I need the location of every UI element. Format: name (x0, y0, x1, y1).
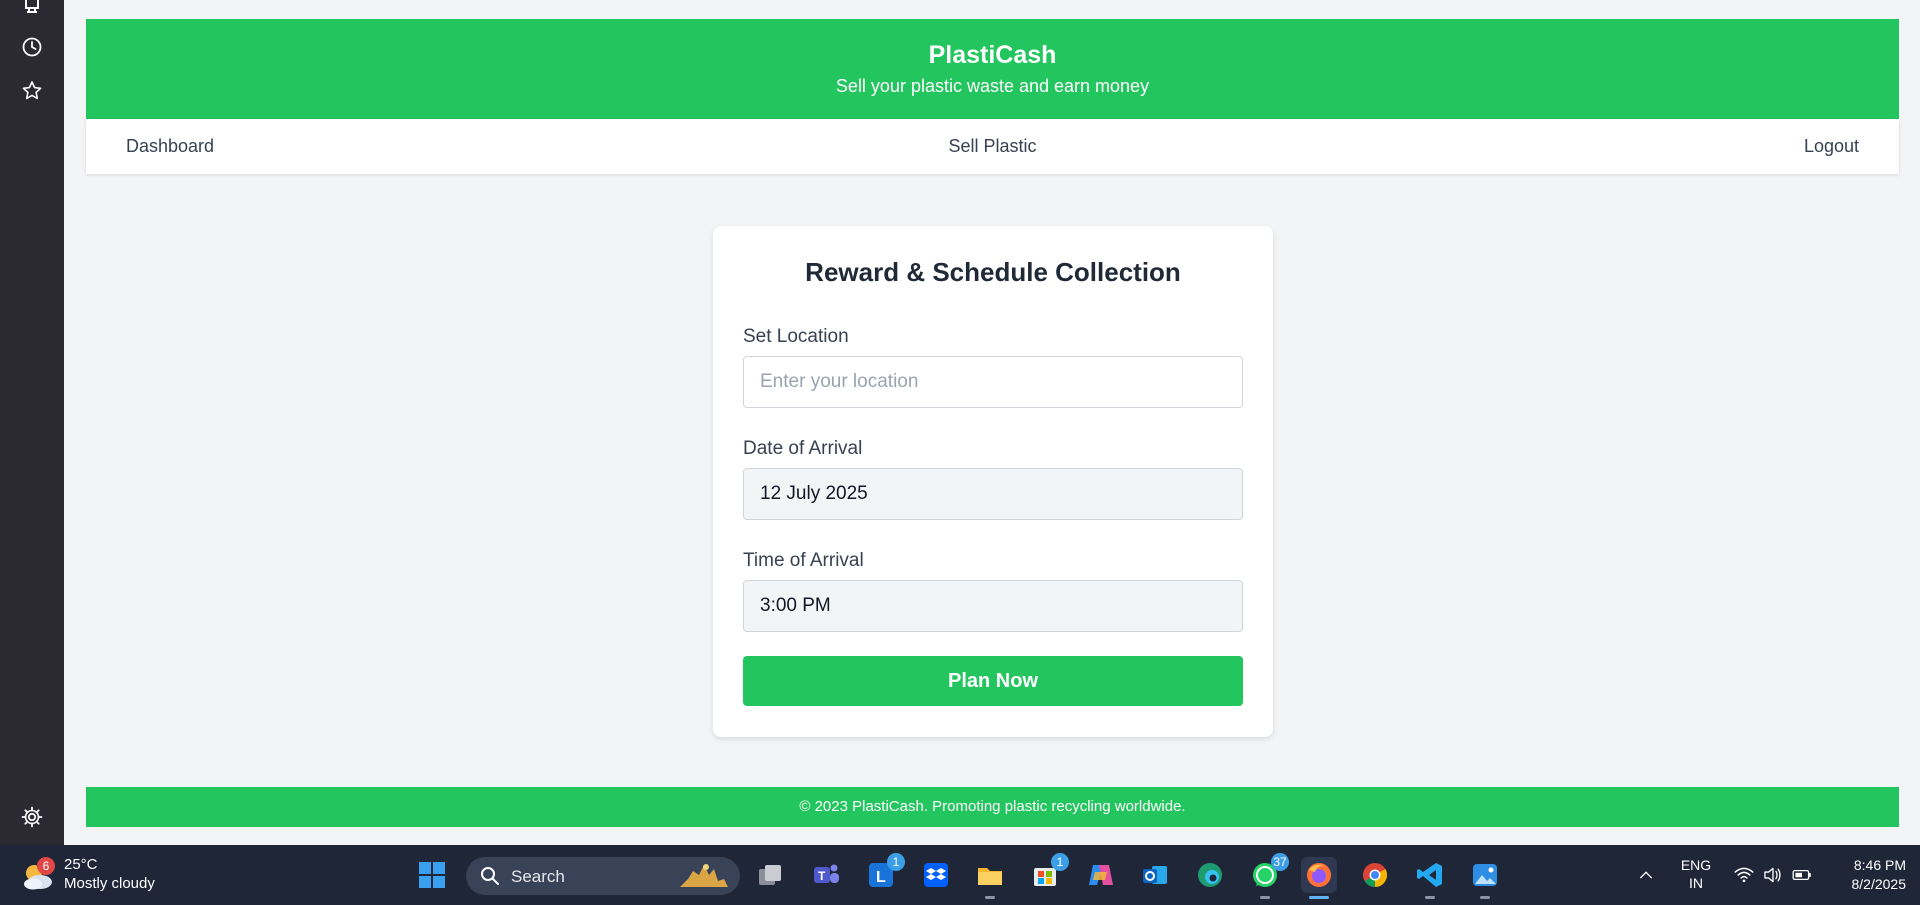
copilot-icon (1089, 865, 1113, 885)
task-view-button[interactable] (752, 857, 788, 893)
nav-bar: Dashboard Sell Plastic Logout (86, 119, 1899, 174)
schedule-form-card: Reward & Schedule Collection Set Locatio… (713, 226, 1273, 737)
web-page: PlastiCash Sell your plastic waste and e… (64, 0, 1920, 845)
location-label: Set Location (743, 326, 849, 347)
form-heading: Reward & Schedule Collection (805, 257, 1181, 287)
wifi-icon (1734, 867, 1754, 883)
history-icon[interactable] (20, 35, 44, 59)
outlook-app[interactable] (1137, 857, 1173, 893)
location-input[interactable] (743, 356, 1243, 408)
site-header: PlastiCash Sell your plastic waste and e… (86, 19, 1899, 119)
vscode-app[interactable] (1412, 857, 1448, 899)
wifi-status[interactable] (1730, 859, 1758, 891)
app-running-indicator (1480, 896, 1490, 899)
app-running-indicator (1425, 896, 1435, 899)
app-running-indicator (985, 896, 995, 899)
teams-icon: T (814, 864, 839, 883)
time-input[interactable] (743, 580, 1243, 632)
edge-icon (1198, 863, 1222, 887)
whatsapp-badge: 37 (1271, 853, 1289, 871)
show-hidden-icons-button[interactable] (1630, 859, 1662, 891)
site-title: PlastiCash (928, 41, 1057, 69)
nav-link-sell-plastic[interactable]: Sell Plastic (86, 136, 1899, 157)
clock-time: 8:46 PM (1853, 857, 1906, 873)
speaker-icon (1764, 867, 1781, 883)
photos-icon (1473, 864, 1497, 886)
l-app-badge: 1 (887, 853, 905, 871)
search-highlight-art-icon (680, 864, 728, 887)
date-input[interactable] (743, 468, 1243, 520)
volume-status[interactable] (1759, 859, 1787, 891)
dropbox-app[interactable] (918, 857, 954, 893)
firefox-icon (1307, 863, 1331, 887)
nav-link-logout[interactable]: Logout (1804, 136, 1859, 157)
svg-text:L: L (876, 869, 886, 886)
photos-app[interactable] (1467, 857, 1503, 899)
outlook-icon (1143, 866, 1167, 884)
teams-app[interactable]: T (808, 857, 844, 893)
search-icon (481, 867, 499, 885)
taskbar-search[interactable]: Search (466, 857, 740, 895)
site-subtitle: Sell your plastic waste and earn money (835, 76, 1150, 96)
time-label: Time of Arrival (743, 550, 864, 571)
battery-icon (1792, 869, 1811, 881)
l-app[interactable]: L 1 (863, 853, 905, 893)
browser-sidebar (0, 0, 64, 845)
language-code: ENG (1680, 857, 1712, 873)
windows-logo-icon (419, 862, 445, 888)
task-view-icon (759, 865, 781, 885)
copilot-app[interactable] (1082, 857, 1118, 893)
store-badge: 1 (1051, 853, 1069, 871)
language-region: IN (1689, 875, 1703, 891)
chevron-up-icon (1640, 871, 1652, 879)
svg-text:T: T (818, 869, 826, 883)
start-button[interactable] (414, 857, 450, 893)
dropbox-icon (924, 863, 948, 887)
weather-temperature: 25°C (64, 856, 98, 873)
firefox-app[interactable] (1301, 857, 1337, 899)
weather-badge: 6 (37, 857, 55, 875)
microsoft-store-app[interactable]: 1 (1027, 853, 1069, 893)
folder-icon (978, 868, 1002, 885)
vscode-icon (1417, 863, 1442, 887)
site-footer: © 2023 PlastiCash. Promoting plastic rec… (86, 787, 1899, 827)
search-label: Search (511, 867, 565, 886)
date-label: Date of Arrival (743, 438, 863, 459)
whatsapp-app[interactable]: 37 (1247, 853, 1289, 899)
chrome-app[interactable] (1357, 857, 1393, 893)
app-running-indicator (1260, 896, 1270, 899)
edge-app[interactable] (1192, 857, 1228, 893)
chrome-icon (1363, 863, 1388, 887)
file-explorer-app[interactable] (972, 857, 1008, 899)
plan-now-button[interactable]: Plan Now (743, 656, 1243, 706)
clock[interactable]: 8:46 PM 8/2/2025 (1826, 856, 1907, 894)
settings-gear-icon[interactable] (20, 805, 44, 829)
taskbar: 6 25°C Mostly cloudy Search T L 1 1 37 E… (0, 845, 1920, 905)
weather-condition: Mostly cloudy (64, 875, 155, 892)
app-active-indicator (1309, 896, 1329, 899)
battery-status[interactable] (1788, 859, 1816, 891)
weather-widget[interactable]: 6 25°C Mostly cloudy (20, 855, 180, 895)
clock-date: 8/2/2025 (1851, 876, 1907, 892)
language-indicator[interactable]: ENG IN (1674, 856, 1718, 892)
bookmark-star-icon[interactable] (20, 79, 44, 103)
reader-icon[interactable] (20, 0, 44, 18)
